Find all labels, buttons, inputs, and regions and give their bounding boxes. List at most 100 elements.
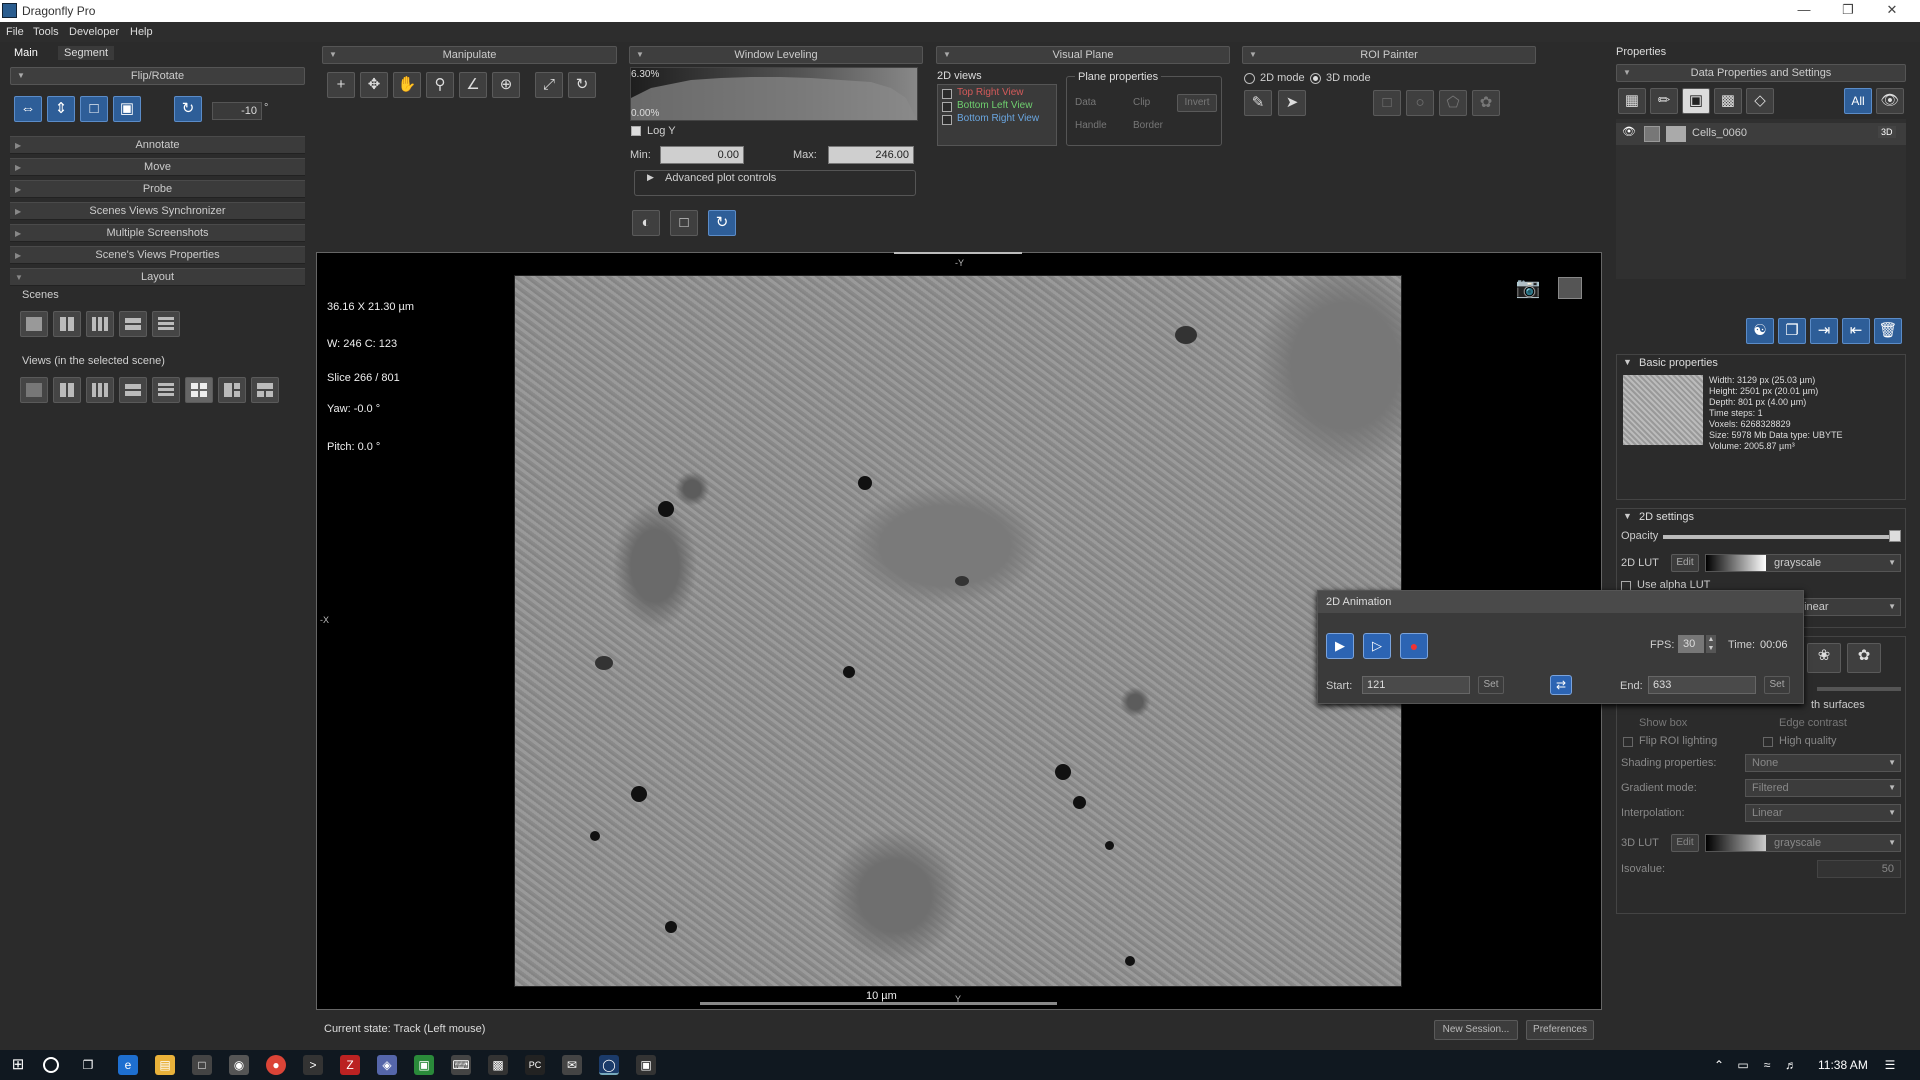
section-layout[interactable]: ▼ Layout [10,268,305,286]
battery-icon[interactable]: ▭ [1736,1055,1750,1075]
chrome-icon[interactable]: ● [266,1055,286,1075]
crosshair-tool-icon[interactable]: + [327,72,355,98]
circle-roi-icon[interactable]: ○ [1406,90,1434,116]
2d-mode-radio[interactable] [1244,73,1255,84]
freehand-roi-icon[interactable]: ✿ [1472,90,1500,116]
em-image[interactable] [514,275,1402,987]
invert-button[interactable]: Invert [1177,94,1217,112]
pan-tool-icon[interactable]: ✥ [360,72,388,98]
rotate-angle-input[interactable]: -10 [212,102,262,120]
tab-main[interactable]: Main [14,47,38,59]
section-annotate[interactable]: ▶ Annotate [10,136,305,154]
image-icon[interactable]: ▣ [1682,88,1710,114]
eye-toggle-icon[interactable]: 👁 [1876,88,1904,114]
3d-lut-edit-button[interactable]: Edit [1671,834,1699,852]
3d-mode-radio[interactable] [1310,73,1321,84]
app-icon-1[interactable]: ◉ [229,1055,249,1075]
app-icon-2[interactable]: ◈ [377,1055,397,1075]
tray-chevron-icon[interactable]: ⌃ [1712,1055,1726,1075]
gradient-dropdown[interactable]: Filtered ▼ [1745,779,1901,797]
import-icon[interactable]: ⇥ [1810,318,1838,344]
opacity-handle[interactable] [1889,530,1901,542]
clock[interactable]: 11:38 AM [1818,1058,1868,1072]
close-icon[interactable]: ✕ [1872,2,1912,20]
rotate-left-button[interactable]: □ [80,96,108,122]
3d-interpolation-dropdown[interactable]: Linear ▼ [1745,804,1901,822]
high-quality-checkbox[interactable] [1763,737,1773,747]
dataset-row[interactable]: 👁 Cells_0060 3D [1616,123,1906,145]
notifications-icon[interactable]: ☰ [1880,1055,1900,1075]
camera-icon[interactable]: 📷 [1514,275,1542,299]
opacity-slider[interactable] [1663,530,1901,542]
app-icon-3[interactable]: ▣ [414,1055,434,1075]
store-icon[interactable]: □ [192,1055,212,1075]
flip-rotate-header[interactable]: ▼ Flip/Rotate [10,67,305,85]
menu-file[interactable]: File [6,26,24,38]
windows-start-icon[interactable]: ⊞ [8,1055,28,1075]
keyboard-icon[interactable]: ⌨ [451,1055,471,1075]
view-layout-8-button[interactable] [251,377,279,403]
top-slider[interactable] [894,252,1022,254]
copy-icon[interactable]: ❐ [1778,318,1806,344]
roi-painter-header[interactable]: ▼ ROI Painter [1242,46,1536,64]
3d-slider[interactable] [1817,687,1901,691]
isovalue-input[interactable]: 50 [1817,860,1901,878]
delete-icon[interactable]: 🗑 [1874,318,1902,344]
2d-lut-edit-button[interactable]: Edit [1671,554,1699,572]
task-view-icon[interactable]: ❐ [78,1055,98,1075]
tab-segment[interactable]: Segment [58,46,115,60]
record-icon[interactable]: ● [1400,633,1428,659]
swap-icon[interactable]: ⇄ [1550,675,1572,695]
volume-icon[interactable]: ♬ [1784,1055,1798,1075]
reset-view-icon[interactable]: ↻ [568,72,596,98]
derive-icon[interactable]: ☯ [1746,318,1774,344]
fps-input[interactable]: 30 [1678,635,1704,653]
shader-preset-2-icon[interactable]: ✿ [1847,643,1881,673]
visual-plane-header[interactable]: ▼ Visual Plane [936,46,1230,64]
rotate-right-button[interactable]: ▣ [113,96,141,122]
2d-interpolation-dropdown[interactable]: Linear ▼ [1791,598,1901,616]
menu-tools[interactable]: Tools [33,26,59,38]
scene-layout-5-button[interactable] [152,311,180,337]
end-set-button[interactable]: Set [1764,676,1790,694]
view-layout-6-button[interactable] [185,377,213,403]
app-icon-4[interactable]: ▩ [488,1055,508,1075]
section-move[interactable]: ▶ Move [10,158,305,176]
select-pointer-icon[interactable]: ➤ [1278,90,1306,116]
step-forward-icon[interactable]: ▷ [1363,633,1391,659]
scene-layout-3-button[interactable] [86,311,114,337]
target-tool-icon[interactable]: ⊕ [492,72,520,98]
window-leveling-header[interactable]: ▼ Window Leveling [629,46,923,64]
menu-developer[interactable]: Developer [69,26,119,38]
mail-icon[interactable]: ✉ [562,1055,582,1075]
clip-option[interactable]: Clip [1133,97,1150,108]
terminal-icon[interactable]: > [303,1055,323,1075]
maximize-view-icon[interactable] [1558,277,1582,299]
manipulate-header[interactable]: ▼ Manipulate [322,46,617,64]
rotate-custom-button[interactable]: ↻ [174,96,202,122]
preferences-button[interactable]: Preferences [1526,1020,1594,1040]
view-layout-2-button[interactable] [53,377,81,403]
fps-spinner-icon[interactable]: ▲ ▼ [1706,635,1716,653]
minimize-icon[interactable]: — [1784,2,1824,20]
app-icon-5[interactable]: ▣ [636,1055,656,1075]
wifi-icon[interactable]: ≈ [1760,1055,1774,1075]
section-probe[interactable]: ▶ Probe [10,180,305,198]
bottom-left-view-checkbox[interactable] [942,102,952,112]
flip-vertical-button[interactable]: ⇕ [47,96,75,122]
fit-view-icon[interactable]: ⤢ [535,72,563,98]
data-settings-header[interactable]: ▼ Data Properties and Settings [1616,64,1906,82]
play-icon[interactable]: ▶ [1326,633,1354,659]
advanced-plot-controls[interactable]: ▶ Advanced plot controls [634,170,916,196]
histogram[interactable] [630,67,918,121]
view-layout-5-button[interactable] [152,377,180,403]
multi-roi-icon[interactable]: ▩ [1714,88,1742,114]
pycharm-icon[interactable]: PC [525,1055,545,1075]
max-input[interactable]: 246.00 [828,146,914,164]
bottom-scrollbar[interactable] [700,1002,1057,1005]
section-scenes-sync[interactable]: ▶ Scenes Views Synchronizer [10,202,305,220]
roi-window-icon[interactable]: □ [670,210,698,236]
edge-icon[interactable]: e [118,1055,138,1075]
polygon-roi-icon[interactable]: ⬠ [1439,90,1467,116]
new-session-button[interactable]: New Session... [1434,1020,1518,1040]
